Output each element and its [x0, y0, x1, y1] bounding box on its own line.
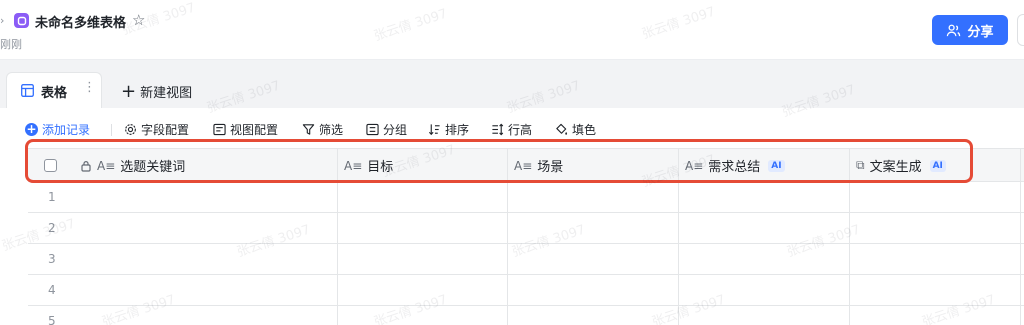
view-config-icon [213, 123, 226, 136]
filter-icon [302, 124, 315, 135]
text-field-icon: A≡ [344, 158, 363, 173]
tab-more-icon[interactable]: ⋮ [83, 80, 96, 95]
column-label: 目标 [367, 160, 394, 175]
row-height-label: 行高 [508, 123, 533, 137]
group-button[interactable]: 分组 [366, 121, 407, 138]
cell-keyword[interactable] [28, 213, 338, 243]
group-icon [366, 123, 379, 136]
cell-demand-summary[interactable] [679, 275, 850, 305]
back-chevron-icon[interactable]: › [0, 14, 4, 27]
new-view-button[interactable]: + 新建视图 [121, 82, 192, 101]
record-grid: A≡ 选题关键词 A≡ 目标 A≡ 场景 A≡ 需求总结 AI ⧉ 文案生成 A… [28, 148, 1024, 325]
share-users-icon [947, 24, 961, 36]
cell-scene[interactable] [508, 306, 679, 325]
save-status: 刚刚 [0, 38, 22, 51]
table-row[interactable]: 5 [28, 306, 1024, 325]
group-label: 分组 [383, 123, 408, 137]
sort-icon [428, 124, 440, 136]
cell-keyword[interactable] [28, 306, 338, 325]
text-field-icon: A≡ [685, 158, 704, 173]
cell-goal[interactable] [338, 182, 508, 212]
filter-label: 筛选 [319, 123, 344, 137]
table-row[interactable]: 4 [28, 275, 1024, 306]
ai-badge: AI [929, 159, 946, 172]
cell-goal[interactable] [338, 275, 508, 305]
table-row[interactable]: 2 [28, 213, 1024, 244]
fill-color-button[interactable]: 填色 [555, 121, 596, 138]
document-title[interactable]: 未命名多维表格 [35, 12, 126, 31]
more-actions-button[interactable] [1017, 14, 1024, 46]
tab-table-view[interactable]: 表格 ⋮ [6, 72, 102, 108]
paint-bucket-icon [556, 123, 568, 135]
add-record-label: 添加记录 [42, 123, 91, 137]
toolbar-divider [111, 124, 112, 136]
sort-label: 排序 [445, 123, 470, 137]
ai-badge: AI [768, 159, 785, 172]
column-header-scene[interactable]: A≡ 场景 [508, 149, 679, 182]
column-label: 文案生成 [869, 160, 922, 175]
cell-demand-summary[interactable] [679, 306, 850, 325]
sort-button[interactable]: 排序 [428, 121, 469, 138]
select-all-checkbox[interactable] [44, 159, 57, 172]
cell-goal[interactable] [338, 213, 508, 243]
tab-label: 表格 [41, 86, 68, 101]
fill-color-label: 填色 [572, 123, 597, 137]
field-config-label: 字段配置 [141, 123, 190, 137]
cell-scene[interactable] [508, 275, 679, 305]
cell-keyword[interactable] [28, 182, 338, 212]
view-tabs: 表格 ⋮ + 新建视图 [0, 60, 1024, 108]
cell-keyword[interactable] [28, 275, 338, 305]
share-button[interactable]: 分享 [932, 15, 1008, 45]
column-label: 需求总结 [708, 160, 761, 175]
column-header-row: A≡ 选题关键词 A≡ 目标 A≡ 场景 A≡ 需求总结 AI ⧉ 文案生成 A… [28, 148, 1024, 182]
row-height-icon [492, 123, 504, 136]
view-toolbar: + 添加记录 字段配置 视图配置 筛选 分组 排序 行高 填色 [0, 108, 1024, 148]
view-config-label: 视图配置 [230, 123, 279, 137]
field-config-button[interactable]: 字段配置 [124, 121, 189, 138]
cell-keyword[interactable] [28, 244, 338, 274]
plus-icon: + [121, 80, 137, 102]
cell-scene[interactable] [508, 213, 679, 243]
cell-copywriting[interactable] [850, 244, 1021, 274]
share-label: 分享 [967, 24, 994, 40]
add-circle-icon: + [25, 122, 38, 136]
table-row[interactable]: 3 [28, 244, 1024, 275]
cell-copywriting[interactable] [850, 182, 1021, 212]
table-icon [21, 84, 34, 97]
filter-button[interactable]: 筛选 [302, 121, 343, 138]
app-window: › 未命名多维表格 ☆ 刚刚 分享 表格 ⋮ + 新建视图 + 添加记录 字段配… [0, 0, 1024, 325]
column-header-copywriting[interactable]: ⧉ 文案生成 AI [850, 149, 1021, 182]
star-icon[interactable]: ☆ [132, 11, 145, 29]
top-bar: › 未命名多维表格 ☆ 刚刚 分享 [0, 0, 1024, 60]
cell-scene[interactable] [508, 244, 679, 274]
text-field-icon: A≡ [97, 158, 116, 173]
cell-demand-summary[interactable] [679, 182, 850, 212]
column-header-demand-summary[interactable]: A≡ 需求总结 AI [679, 149, 850, 182]
cell-copywriting[interactable] [850, 275, 1021, 305]
cell-scene[interactable] [508, 182, 679, 212]
text-field-icon: A≡ [514, 158, 533, 173]
copy-field-icon: ⧉ [856, 158, 865, 172]
lock-icon [81, 160, 91, 172]
row-height-button[interactable]: 行高 [491, 121, 532, 138]
table-row[interactable]: 1 [28, 182, 1024, 213]
add-record-button[interactable]: + 添加记录 [25, 121, 90, 138]
cell-demand-summary[interactable] [679, 213, 850, 243]
column-header-goal[interactable]: A≡ 目标 [338, 149, 508, 182]
column-header-keyword[interactable]: A≡ 选题关键词 [28, 149, 338, 182]
new-view-label: 新建视图 [140, 86, 193, 101]
cell-goal[interactable] [338, 244, 508, 274]
cell-goal[interactable] [338, 306, 508, 325]
gear-icon [125, 124, 136, 135]
column-label: 选题关键词 [120, 160, 186, 175]
base-app-icon [14, 13, 29, 28]
cell-copywriting[interactable] [850, 306, 1021, 325]
column-label: 场景 [537, 160, 564, 175]
cell-copywriting[interactable] [850, 213, 1021, 243]
view-config-button[interactable]: 视图配置 [213, 121, 278, 138]
cell-demand-summary[interactable] [679, 244, 850, 274]
